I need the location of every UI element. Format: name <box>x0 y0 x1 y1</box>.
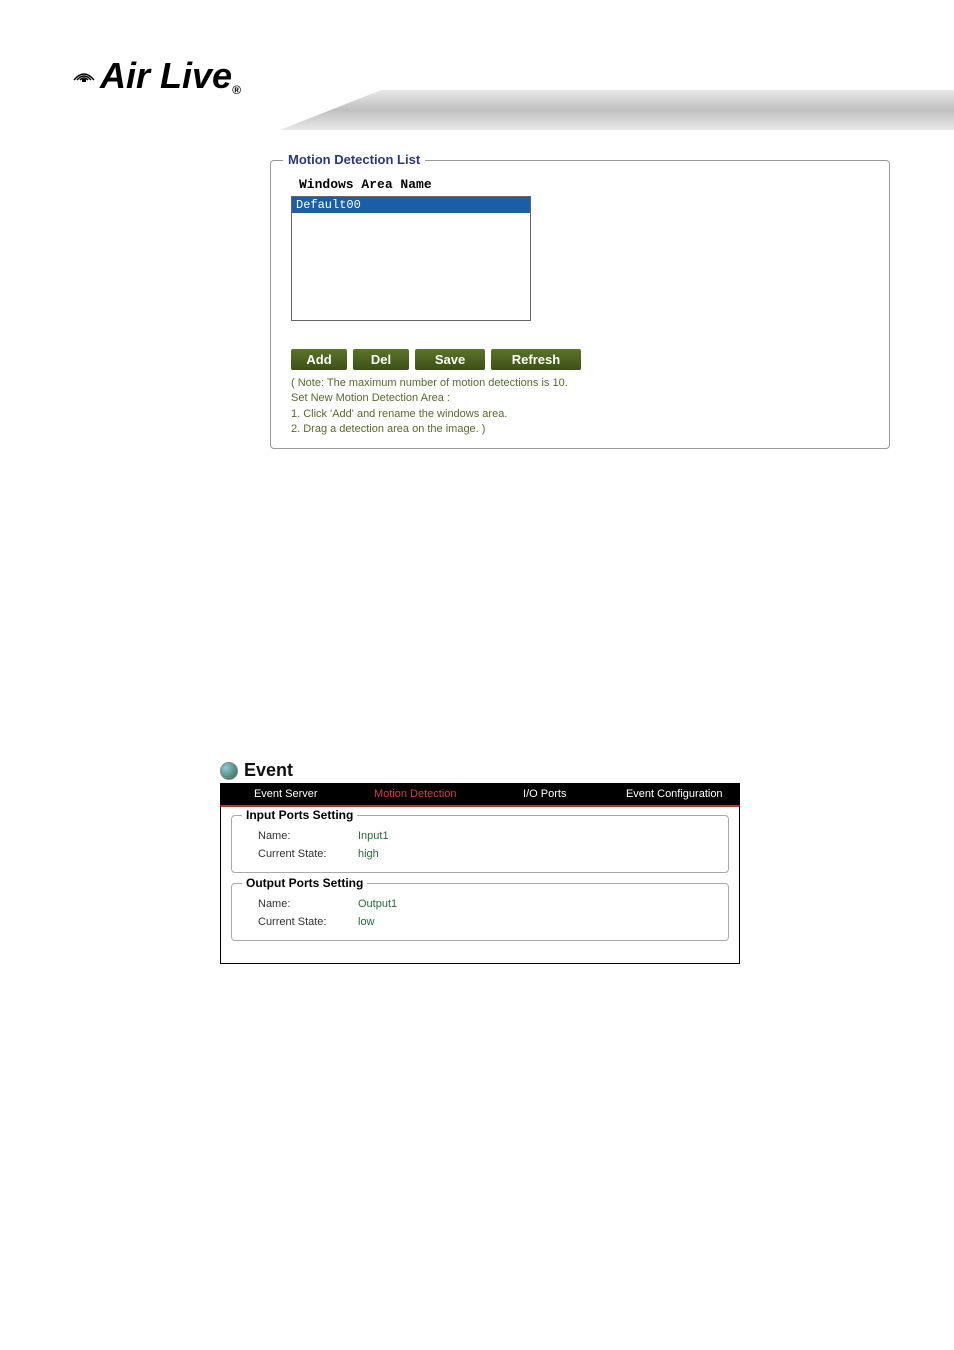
output-name-value: Output1 <box>358 898 397 910</box>
event-header: Event <box>220 760 740 781</box>
button-row: Add Del Save Refresh <box>291 349 879 370</box>
event-title: Event <box>244 760 293 781</box>
input-state-label: Current State: <box>258 848 358 860</box>
airlive-logo: Air Live ® <box>70 55 241 97</box>
logo-registration: ® <box>232 83 241 97</box>
event-panel: Event Event Server Motion Detection I/O … <box>220 760 740 964</box>
note-line: 2. Drag a detection area on the image. ) <box>291 422 879 437</box>
output-state-label: Current State: <box>258 916 358 928</box>
save-button[interactable]: Save <box>415 349 485 370</box>
output-ports-title: Output Ports Setting <box>242 876 367 890</box>
note-line: ( Note: The maximum number of motion det… <box>291 376 879 391</box>
input-ports-title: Input Ports Setting <box>242 808 357 822</box>
header-banner <box>280 90 954 130</box>
output-ports-fieldset: Output Ports Setting Name: Output1 Curre… <box>231 883 729 941</box>
output-name-label: Name: <box>258 898 358 910</box>
motion-detection-listbox[interactable]: Default00 <box>291 196 531 321</box>
tab-io-ports[interactable]: I/O Ports <box>480 784 610 804</box>
event-tab-content: Input Ports Setting Name: Input1 Current… <box>220 805 740 964</box>
del-button[interactable]: Del <box>353 349 409 370</box>
input-name-value: Input1 <box>358 830 389 842</box>
input-state-row: Current State: high <box>258 848 716 860</box>
wifi-icon <box>70 55 98 97</box>
motion-detection-list-fieldset: Motion Detection List Windows Area Name … <box>270 160 890 449</box>
windows-area-name-label: Windows Area Name <box>299 177 879 192</box>
note-line: 1. Click 'Add' and rename the windows ar… <box>291 407 879 422</box>
note-line: Set New Motion Detection Area : <box>291 391 879 406</box>
event-tabs: Event Server Motion Detection I/O Ports … <box>220 783 740 805</box>
add-button[interactable]: Add <box>291 349 347 370</box>
output-state-value: low <box>358 916 375 928</box>
tab-event-configuration[interactable]: Event Configuration <box>610 784 740 804</box>
notes-block: ( Note: The maximum number of motion det… <box>291 376 879 438</box>
input-state-value: high <box>358 848 379 860</box>
input-name-row: Name: Input1 <box>258 830 716 842</box>
output-state-row: Current State: low <box>258 916 716 928</box>
tab-motion-detection[interactable]: Motion Detection <box>351 784 481 804</box>
refresh-button[interactable]: Refresh <box>491 349 581 370</box>
motion-detection-list-title: Motion Detection List <box>283 152 425 167</box>
input-name-label: Name: <box>258 830 358 842</box>
output-name-row: Name: Output1 <box>258 898 716 910</box>
list-item[interactable]: Default00 <box>292 197 530 213</box>
logo-area: Air Live ® <box>70 55 241 97</box>
globe-icon <box>220 762 238 780</box>
tab-event-server[interactable]: Event Server <box>221 784 351 804</box>
input-ports-fieldset: Input Ports Setting Name: Input1 Current… <box>231 815 729 873</box>
logo-text: Air Live <box>100 55 232 97</box>
